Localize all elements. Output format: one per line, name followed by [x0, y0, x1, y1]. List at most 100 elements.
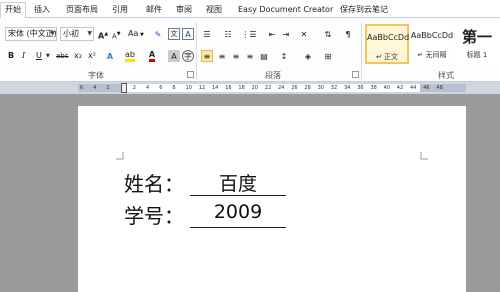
underline-button[interactable]: U [36, 49, 42, 63]
style-name: ↵ 无间隔 [417, 51, 447, 59]
sort-icon[interactable]: ⇅ [322, 28, 334, 40]
ruler-number: 16 [225, 85, 232, 91]
corner-mark-icon [420, 152, 428, 160]
ruler-number: 40 [383, 85, 390, 91]
style-sample: AaBbCcDd [410, 31, 454, 40]
strikethrough-button[interactable]: abc [56, 49, 69, 63]
name-underline [190, 195, 286, 196]
ruler-number: 42 [396, 85, 404, 91]
style-heading-1[interactable]: 第一 标题 1 [455, 24, 499, 64]
bold-button[interactable]: B [8, 49, 14, 63]
ruler-number: 38 [370, 85, 377, 91]
tab-easy-document-creator[interactable]: Easy Document Creator [238, 3, 333, 18]
styles-group-label: 样式 [438, 71, 454, 80]
student-id-label: 学号： [124, 204, 184, 228]
ruler-number: 2 [132, 85, 136, 91]
font-size-select[interactable]: 小初 ▼ [60, 27, 94, 41]
ribbon: 宋体 (中文正) ▼ 小初 ▼ A▲ A▼ Aa ▼ ✎ 文 A B I U ▼… [0, 18, 500, 82]
character-border-icon[interactable]: A [182, 28, 194, 40]
show-hide-marks-icon[interactable]: ¶ [342, 28, 354, 40]
ruler-number: 4 [146, 85, 150, 91]
ruler-number: 46 [423, 85, 430, 91]
italic-button[interactable]: I [22, 49, 25, 63]
enclose-characters-icon[interactable]: 字 [182, 50, 194, 62]
group-separator [361, 22, 362, 80]
font-size-value: 小初 [63, 29, 79, 38]
shrink-font-button[interactable]: A▼ [112, 27, 121, 41]
ruler-number: 26 [291, 85, 298, 91]
tab-view[interactable]: 视图 [206, 3, 222, 18]
ruler-number: 8 [172, 85, 176, 91]
ribbon-tab-bar: 开始 插入 页面布局 引用 邮件 审阅 视图 Easy Document Cre… [0, 0, 500, 19]
chevron-down-icon: ▼ [87, 30, 92, 37]
paragraph-dialog-launcher-icon[interactable] [352, 71, 359, 78]
student-id-underline [190, 227, 286, 228]
indent-marker-icon[interactable] [121, 83, 127, 93]
ruler-number: 2 [106, 85, 110, 91]
clear-formatting-icon[interactable]: ✎ [152, 28, 164, 40]
ruler-number: 44 [410, 85, 417, 91]
distributed-icon[interactable]: ▤ [258, 50, 270, 62]
change-case-button[interactable]: Aa ▼ [128, 27, 144, 41]
ruler-number: 6 [80, 85, 84, 91]
tab-review[interactable]: 审阅 [176, 3, 192, 18]
align-left-icon[interactable]: ≡ [201, 50, 213, 62]
ruler-number: 30 [317, 85, 324, 91]
ruler-number: 36 [357, 85, 364, 91]
tab-page-layout[interactable]: 页面布局 [66, 3, 98, 18]
font-group-label: 字体 [88, 71, 104, 80]
style-name: 标题 1 [466, 51, 488, 59]
ruler-number: 34 [344, 85, 351, 91]
character-shading-icon[interactable]: A [168, 50, 180, 62]
align-center-icon[interactable]: ≡ [216, 50, 228, 62]
ruler-number: 14 [212, 85, 219, 91]
text-effects-icon[interactable]: A [104, 50, 116, 62]
phonetic-guide-icon[interactable]: 文 [168, 28, 180, 40]
name-value: 百度 [218, 173, 257, 195]
tab-save-to-cloud-note[interactable]: 保存到云笔记 [340, 3, 388, 18]
grow-font-button[interactable]: A▲ [98, 27, 108, 41]
chevron-down-icon: ▼ [50, 30, 55, 37]
ruler-number: 20 [251, 85, 258, 91]
shrink-font-icon: ▼ [116, 31, 121, 37]
group-separator [196, 22, 197, 80]
tab-home[interactable]: 开始 [0, 2, 26, 19]
style-sample: 第一 [461, 28, 492, 46]
multilevel-list-icon[interactable]: ⋮☰ [241, 28, 256, 40]
tab-mailings[interactable]: 邮件 [146, 3, 162, 18]
subscript-button[interactable]: x₂ [74, 49, 82, 63]
ruler-number: 6 [159, 85, 163, 91]
change-case-label: Aa [128, 29, 139, 38]
shading-icon[interactable]: ◈ [302, 50, 314, 62]
underline-dropdown-icon[interactable]: ▼ [46, 49, 50, 63]
document-page[interactable]: 姓名： 百度 学号： 2009 [78, 106, 466, 292]
chinese-layout-icon[interactable]: ✕ [298, 28, 310, 40]
tab-references[interactable]: 引用 [112, 3, 128, 18]
ruler-number: 48 [436, 85, 443, 91]
numbering-icon[interactable]: ☷ [222, 28, 234, 40]
ruler-number: 24 [278, 85, 285, 91]
tab-insert[interactable]: 插入 [34, 3, 50, 18]
font-color-icon[interactable]: A [146, 50, 158, 62]
highlight-icon[interactable]: ab [124, 50, 136, 62]
align-right-icon[interactable]: ≡ [230, 50, 242, 62]
ruler-number: 22 [264, 85, 272, 91]
ruler-number: 4 [93, 85, 97, 91]
decrease-indent-icon[interactable]: ⇤ [266, 28, 278, 40]
horizontal-ruler[interactable]: 6 4 2 2 4 6 8 10 12 14 16 18 20 22 24 26 28 30 32 34 36 38 40 4… [0, 82, 500, 94]
ruler-number: 12 [198, 85, 206, 91]
corner-mark-icon [116, 152, 124, 160]
font-dialog-launcher-icon[interactable] [187, 71, 194, 78]
increase-indent-icon[interactable]: ⇥ [280, 28, 292, 40]
font-family-select[interactable]: 宋体 (中文正) ▼ [5, 27, 57, 41]
borders-icon[interactable]: ⊞ [322, 50, 334, 62]
justify-icon[interactable]: ≡ [244, 50, 256, 62]
ruler-left-margin [78, 84, 124, 92]
style-normal[interactable]: AaBbCcDd ↵ 正文 [365, 24, 409, 64]
line-spacing-icon[interactable]: ↕ [278, 50, 290, 62]
chevron-down-icon: ▼ [138, 32, 144, 38]
superscript-button[interactable]: x² [88, 49, 96, 63]
paragraph-group-label: 段落 [265, 71, 281, 80]
bullets-icon[interactable]: ☰ [201, 28, 213, 40]
style-no-spacing[interactable]: AaBbCcDd ↵ 无间隔 [410, 24, 454, 64]
